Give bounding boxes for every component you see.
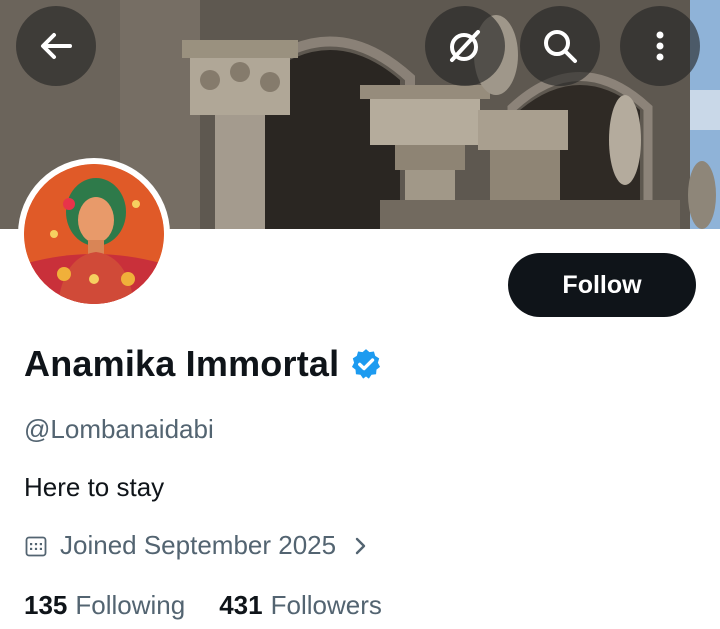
joined-date: Joined September 2025 [60,530,337,560]
following-link[interactable]: 135 Following [24,590,185,621]
calendar-icon [25,536,47,556]
followers-label: Followers [270,590,382,620]
following-count: 135 [24,590,68,620]
display-name: Anamika Immortal [24,343,340,384]
more-options-button[interactable] [620,6,700,86]
followers-count: 431 [219,590,263,620]
chevron-right-icon [355,537,366,554]
verified-badge-icon[interactable] [349,347,383,381]
back-button[interactable] [16,6,96,86]
profile-avatar[interactable] [18,158,170,310]
profile-handle: @Lombanaidabi [24,414,214,444]
follow-stats: 135 Following 431 Followers [24,590,382,621]
search-icon [544,30,577,63]
profile-bio: Here to stay [24,472,165,502]
grok-button[interactable] [425,6,505,86]
following-label: Following [75,590,186,620]
avatar-image [24,164,164,304]
followers-link[interactable]: 431 Followers [219,590,382,621]
grok-icon [450,30,480,62]
more-vertical-icon [656,31,664,61]
arrow-left-icon [41,33,72,59]
search-button[interactable] [520,6,600,86]
joined-date-row[interactable]: Joined September 2025 [24,530,370,561]
follow-button[interactable]: Follow [508,253,696,317]
name-row: Anamika Immortal [24,343,383,385]
